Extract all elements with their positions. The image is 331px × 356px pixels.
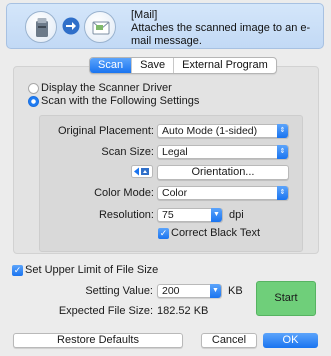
- correct-black-text-label: Correct Black Text: [171, 227, 261, 239]
- cancel-button[interactable]: Cancel: [201, 333, 257, 348]
- scan-size-select[interactable]: Legal ⇕: [157, 145, 289, 159]
- restore-defaults-button[interactable]: Restore Defaults: [13, 333, 183, 348]
- tab-external-program[interactable]: External Program: [174, 58, 276, 73]
- orientation-icon: [131, 165, 153, 178]
- resolution-label: Resolution:: [98, 209, 154, 221]
- chevron-updown-icon: ⇕: [277, 186, 288, 200]
- upper-limit-label: Set Upper Limit of File Size: [25, 264, 159, 276]
- tab-bar: Scan Save External Program: [89, 57, 277, 74]
- radio-display-driver[interactable]: [28, 83, 39, 94]
- arrow-right-icon: [62, 17, 80, 35]
- banner-description: Attaches the scanned image to an e-mail …: [131, 22, 311, 47]
- scanner-icon: [25, 11, 57, 43]
- ok-button[interactable]: OK: [263, 333, 318, 348]
- chevron-down-icon: ▼: [211, 208, 222, 222]
- upper-limit-checkbox[interactable]: ✓: [12, 265, 23, 276]
- color-mode-label: Color Mode:: [94, 187, 154, 199]
- original-placement-label: Original Placement:: [58, 125, 154, 137]
- color-mode-value: Color: [162, 187, 188, 199]
- start-button[interactable]: Start: [256, 281, 316, 316]
- radio-display-driver-label: Display the Scanner Driver: [41, 82, 172, 94]
- expected-size-label: Expected File Size:: [58, 305, 153, 317]
- resolution-value: 75: [162, 209, 174, 221]
- tab-save[interactable]: Save: [132, 58, 175, 73]
- banner-text: [Mail] Attaches the scanned image to an …: [131, 9, 316, 48]
- setting-value-input: 200: [162, 285, 180, 297]
- orientation-button[interactable]: Orientation...: [157, 165, 289, 180]
- chevron-updown-icon: ⇕: [277, 124, 288, 138]
- radio-scan-with-settings-label: Scan with the Following Settings: [41, 95, 200, 107]
- correct-black-text-checkbox[interactable]: ✓: [158, 228, 169, 239]
- resolution-combo[interactable]: 75 ▼: [157, 208, 223, 222]
- setting-value-label: Setting Value:: [85, 285, 153, 297]
- tab-scan[interactable]: Scan: [90, 58, 133, 73]
- original-placement-select[interactable]: Auto Mode (1-sided) ⇕: [157, 124, 289, 138]
- chevron-updown-icon: ⇕: [277, 145, 288, 159]
- chevron-down-icon: ▼: [210, 284, 221, 298]
- setting-value-unit: KB: [228, 285, 243, 297]
- scan-size-value: Legal: [162, 146, 188, 158]
- scan-size-label: Scan Size:: [101, 146, 154, 158]
- setting-value-combo[interactable]: 200 ▼: [157, 284, 222, 298]
- mail-icon: [84, 11, 116, 43]
- color-mode-select[interactable]: Color ⇕: [157, 186, 289, 200]
- resolution-unit: dpi: [229, 209, 244, 221]
- expected-size-value: 182.52 KB: [157, 305, 209, 317]
- original-placement-value: Auto Mode (1-sided): [162, 125, 258, 137]
- banner-title: [Mail]: [131, 9, 158, 21]
- radio-scan-with-settings[interactable]: [28, 96, 39, 107]
